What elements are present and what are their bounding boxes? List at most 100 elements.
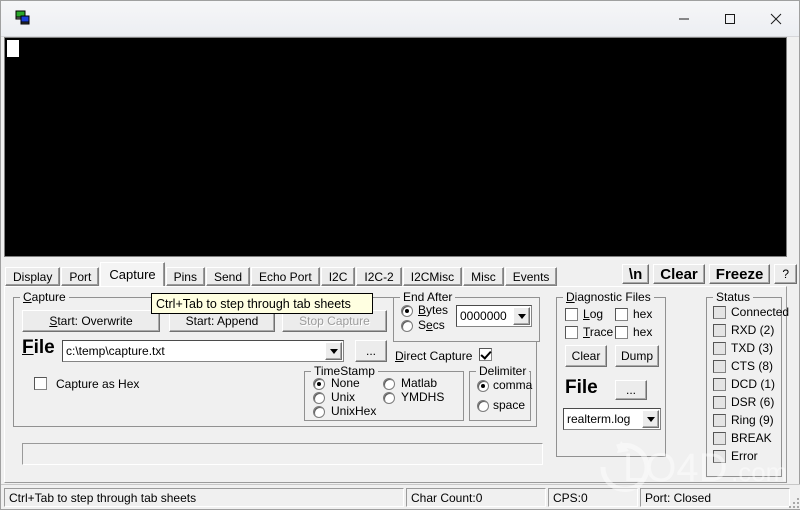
tab-list: Display Port Capture Pins Send Echo Port…: [5, 262, 558, 286]
diagnostic-files-group-legend: Diagnostic Files: [563, 290, 654, 304]
capture-file-browse-button[interactable]: ...: [355, 340, 387, 362]
direct-capture-label: Direct Capture: [395, 349, 473, 363]
newline-button[interactable]: \n: [621, 264, 650, 284]
status-label-dsr: DSR (6): [731, 395, 775, 409]
status-label-cts: CTS (8): [731, 359, 773, 373]
statusbar-char-count: Char Count:0: [406, 488, 546, 507]
diagnostic-file-dropdown-arrow[interactable]: [642, 410, 659, 428]
statusbar-port: Port: Closed: [640, 488, 790, 507]
timestamp-radio-ymdhs[interactable]: [383, 392, 395, 404]
maximize-button[interactable]: [707, 1, 753, 36]
delimiter-label-comma: comma: [493, 378, 533, 392]
log-hex-label: hex: [633, 307, 653, 321]
status-group-legend: Status: [713, 290, 754, 304]
tab-send[interactable]: Send: [205, 267, 250, 286]
timestamp-label-unix: Unix: [331, 390, 356, 404]
tab-port[interactable]: Port: [61, 267, 100, 286]
trace-label: Trace: [583, 325, 614, 339]
end-after-group: End After Bytes Secs 0000000: [393, 290, 540, 342]
status-led-ring: [713, 414, 726, 427]
tab-pins[interactable]: Pins: [165, 267, 205, 286]
delimiter-group-legend: Delimiter: [476, 364, 530, 378]
tab-events[interactable]: Events: [504, 267, 558, 286]
start-overwrite-button[interactable]: Start: Overwrite: [22, 310, 160, 332]
realterm-app-icon: [13, 10, 33, 28]
delimiter-label-space: space: [493, 398, 526, 412]
tab-echo-port[interactable]: Echo Port: [251, 267, 320, 286]
status-label-connected: Connected: [731, 305, 790, 319]
minimize-button[interactable]: [661, 1, 707, 36]
end-after-count-input[interactable]: 0000000: [456, 305, 532, 327]
status-led-connected: [713, 306, 726, 319]
freeze-button[interactable]: Freeze: [708, 264, 771, 284]
log-hex-checkbox[interactable]: [615, 308, 628, 321]
status-led-rxd: [713, 324, 726, 337]
capture-file-dropdown-arrow[interactable]: [325, 342, 342, 360]
delimiter-radio-comma[interactable]: [477, 380, 489, 392]
log-checkbox[interactable]: [565, 308, 578, 321]
terminal-display[interactable]: [4, 37, 787, 257]
diagnostic-clear-button[interactable]: Clear: [565, 345, 607, 367]
end-after-count-dropdown-arrow[interactable]: [513, 307, 530, 325]
end-after-radio-bytes[interactable]: [401, 305, 413, 317]
terminal-cursor: [7, 40, 19, 57]
end-after-group-legend: End After: [400, 290, 456, 304]
log-label: Log: [583, 307, 604, 321]
toolbar-buttons: \n Clear Freeze ?: [621, 264, 797, 284]
status-group: Status Connected RXD (2) TXD (3) CTS (8)…: [706, 290, 789, 477]
timestamp-group: TimeStamp None Unix UnixHex Matlab YMDHS: [304, 364, 464, 421]
status-label-dcd: DCD (1): [731, 377, 775, 391]
end-after-radio-secs[interactable]: [401, 320, 413, 332]
capture-group-inner-divider: [22, 443, 543, 465]
status-led-txd: [713, 342, 726, 355]
status-led-dsr: [713, 396, 726, 409]
status-led-break: [713, 432, 726, 445]
status-label-break: BREAK: [731, 431, 772, 445]
trace-checkbox[interactable]: [565, 326, 578, 339]
tab-i2cmisc[interactable]: I2CMisc: [402, 267, 463, 286]
status-led-error: [713, 450, 726, 463]
tab-misc[interactable]: Misc: [463, 267, 504, 286]
diagnostic-file-input[interactable]: realterm.log: [563, 408, 661, 430]
timestamp-label-none: None: [331, 376, 360, 390]
tab-capture[interactable]: Capture: [100, 262, 165, 286]
capture-file-label: File: [22, 337, 55, 358]
capture-as-hex-checkbox[interactable]: [34, 377, 47, 390]
timestamp-label-matlab: Matlab: [401, 376, 438, 390]
status-label-error: Error: [731, 449, 758, 463]
timestamp-radio-matlab[interactable]: [383, 378, 395, 390]
resize-grip[interactable]: [785, 494, 799, 508]
diagnostic-file-browse-button[interactable]: ...: [615, 380, 647, 400]
status-led-dcd: [713, 378, 726, 391]
capture-tab-panel: Capture Start: Overwrite Start: Append S…: [4, 286, 789, 483]
delimiter-group: Delimiter comma space: [469, 364, 533, 421]
help-button[interactable]: ?: [774, 264, 797, 284]
status-label-rxd: RXD (2): [731, 323, 775, 337]
status-label-txd: TXD (3): [731, 341, 773, 355]
clear-button[interactable]: Clear: [653, 264, 705, 284]
diagnostic-dump-button[interactable]: Dump: [615, 345, 659, 367]
end-after-label-bytes: Bytes: [418, 303, 449, 317]
timestamp-radio-unixhex[interactable]: [313, 406, 325, 418]
tab-i2c[interactable]: I2C: [320, 267, 356, 286]
diagnostic-file-label: File: [565, 377, 598, 398]
diagnostic-files-group: Diagnostic Files Log hex Trace hex Clear…: [556, 290, 666, 457]
timestamp-radio-none[interactable]: [313, 378, 325, 390]
tooltip: Ctrl+Tab to step through tab sheets: [151, 293, 373, 314]
delimiter-radio-space[interactable]: [477, 400, 489, 412]
status-led-cts: [713, 360, 726, 373]
window-controls: [661, 1, 799, 36]
statusbar-cps: CPS:0: [548, 488, 638, 507]
capture-file-input[interactable]: c:\temp\capture.txt: [62, 340, 344, 362]
statusbar-hint: Ctrl+Tab to step through tab sheets: [4, 488, 404, 507]
tab-strip: Display Port Capture Pins Send Echo Port…: [1, 260, 800, 286]
title-bar: [1, 1, 799, 37]
timestamp-radio-unix[interactable]: [313, 392, 325, 404]
direct-capture-checkbox[interactable]: [479, 348, 492, 361]
tab-display[interactable]: Display: [5, 267, 61, 286]
tab-i2c-2[interactable]: I2C-2: [356, 267, 402, 286]
status-bar: Ctrl+Tab to step through tab sheets Char…: [1, 484, 800, 509]
capture-as-hex-label: Capture as Hex: [56, 377, 140, 391]
trace-hex-checkbox[interactable]: [615, 326, 628, 339]
close-button[interactable]: [753, 1, 799, 36]
